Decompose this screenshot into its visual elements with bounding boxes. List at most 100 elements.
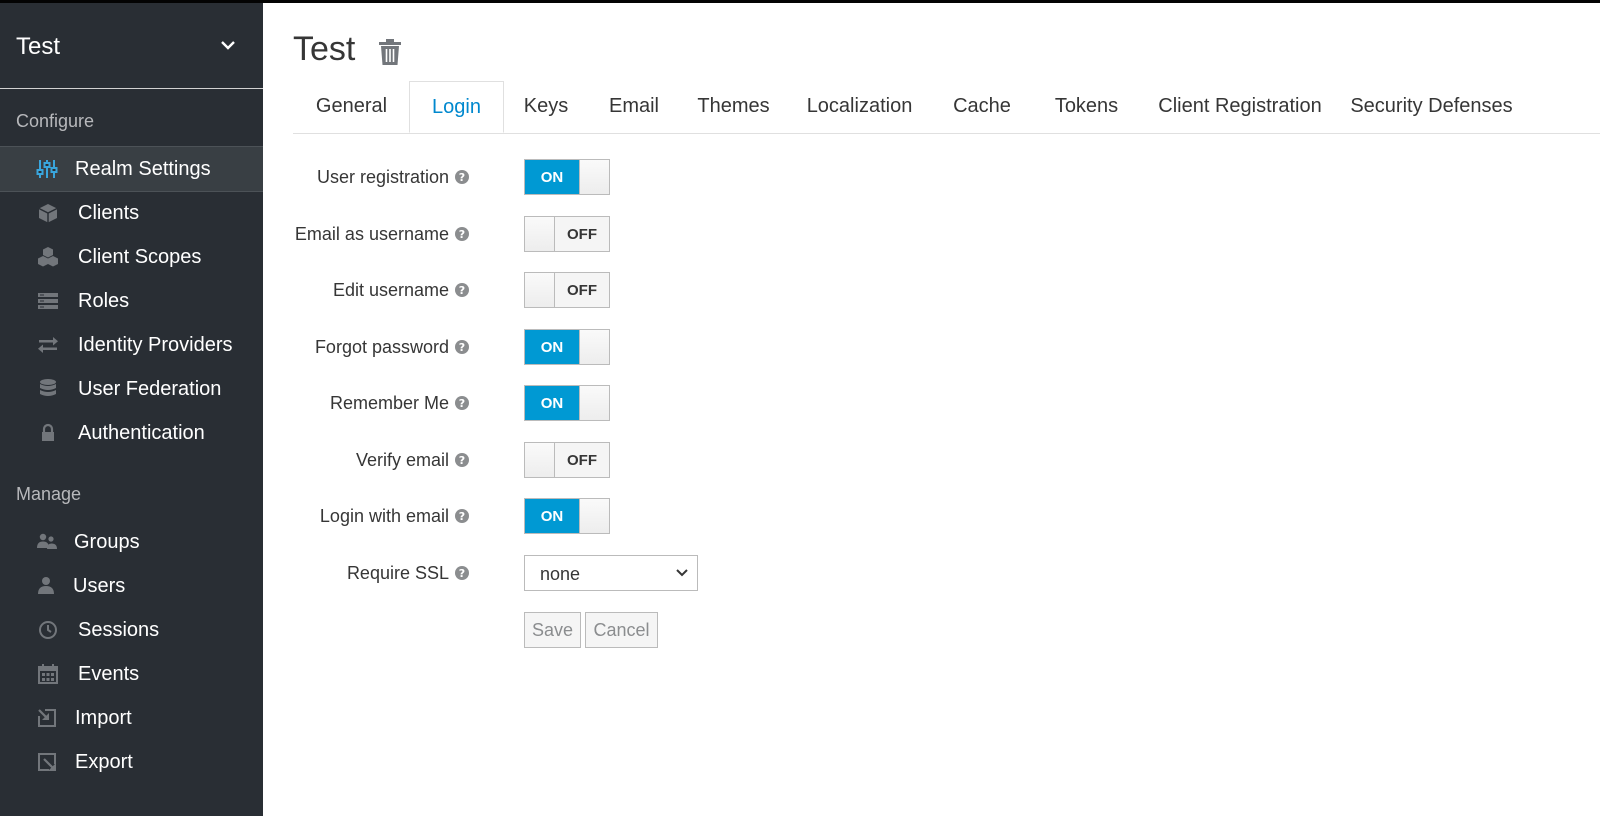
sidebar-item-label: Import — [75, 706, 132, 729]
login-with-email-row: Login with email ? ON — [263, 498, 1163, 538]
help-icon[interactable]: ? — [455, 227, 469, 241]
import-icon — [36, 707, 58, 729]
sidebar-item-identity-providers[interactable]: Identity Providers — [0, 323, 263, 367]
form-actions: Save Cancel — [263, 612, 1163, 652]
tab-login[interactable]: Login — [409, 81, 504, 133]
tab-tokens[interactable]: Tokens — [1032, 81, 1141, 132]
switch-on-label: ON — [525, 386, 579, 420]
configure-section-label: Configure — [16, 111, 95, 131]
sidebar-item-client-scopes[interactable]: Client Scopes — [0, 235, 263, 279]
tab-client-registration[interactable]: Client Registration — [1141, 81, 1339, 132]
switch-handle — [525, 443, 555, 477]
switch-handle — [579, 386, 609, 420]
switch-handle — [579, 160, 609, 194]
help-icon[interactable]: ? — [455, 396, 469, 410]
sidebar-item-label: Events — [78, 662, 140, 685]
sidebar-item-import[interactable]: Import — [0, 696, 263, 740]
switch-handle — [525, 273, 555, 307]
tab-keys[interactable]: Keys — [504, 81, 588, 132]
sidebar-item-label: Realm Settings — [75, 157, 211, 180]
switch-off-label: OFF — [555, 217, 609, 251]
tab-localization[interactable]: Localization — [787, 81, 932, 132]
sidebar-item-label: Sessions — [78, 618, 160, 641]
sidebar-item-label: Users — [73, 574, 126, 597]
login-with-email-switch[interactable]: ON — [524, 498, 610, 534]
cancel-button[interactable]: Cancel — [585, 612, 658, 648]
database-icon — [37, 378, 59, 400]
verify-email-switch[interactable]: OFF — [524, 442, 610, 478]
calendar-icon — [37, 663, 59, 685]
sidebar-item-label: Authentication — [78, 421, 205, 444]
user-registration-row: User registration ? ON — [263, 159, 1163, 199]
require-ssl-row: Require SSL ? none — [263, 555, 1163, 595]
realm-name: Test — [16, 33, 61, 60]
require-ssl-select[interactable]: none — [524, 555, 698, 591]
switch-handle — [579, 330, 609, 364]
edit-username-label: Edit username — [332, 280, 449, 300]
sidebar-item-label: Identity Providers — [78, 333, 233, 356]
help-icon[interactable]: ? — [455, 283, 469, 297]
sidebar-item-events[interactable]: Events — [0, 652, 263, 696]
chevron-down-icon — [676, 569, 688, 577]
sidebar-item-label: Groups — [74, 530, 140, 553]
help-icon[interactable]: ? — [455, 170, 469, 184]
help-icon[interactable]: ? — [455, 509, 469, 523]
sidebar-item-realm-settings[interactable]: Realm Settings — [0, 146, 263, 192]
switch-off-label: OFF — [555, 273, 609, 307]
tab-email[interactable]: Email — [588, 81, 680, 132]
trash-icon[interactable] — [378, 38, 402, 66]
sidebar: Test Configure Realm Settings Clients Cl… — [0, 3, 263, 816]
manage-section-label: Manage — [16, 484, 82, 504]
chevron-down-icon — [221, 41, 235, 50]
settings-tabs: General Login Keys Email Themes Localiza… — [293, 81, 1600, 134]
help-icon[interactable]: ? — [455, 453, 469, 467]
forgot-password-row: Forgot password ? ON — [263, 329, 1163, 369]
user-registration-label: User registration — [316, 167, 449, 187]
login-with-email-label: Login with email — [319, 506, 449, 526]
sidebar-item-users[interactable]: Users — [0, 564, 263, 608]
verify-email-label: Verify email — [355, 450, 449, 470]
user-registration-switch[interactable]: ON — [524, 159, 610, 195]
export-icon — [36, 751, 58, 773]
main-content: Test General Login Keys Email Themes Loc… — [263, 3, 1600, 816]
users-icon — [36, 531, 58, 553]
edit-username-switch[interactable]: OFF — [524, 272, 610, 308]
switch-on-label: ON — [525, 330, 579, 364]
edit-username-row: Edit username ? OFF — [263, 272, 1163, 312]
sidebar-item-label: User Federation — [78, 377, 222, 400]
sidebar-item-authentication[interactable]: Authentication — [0, 411, 263, 455]
lock-icon — [37, 422, 59, 444]
list-icon — [37, 290, 59, 312]
help-icon[interactable]: ? — [455, 340, 469, 354]
sidebar-item-export[interactable]: Export — [0, 740, 263, 784]
sidebar-item-label: Export — [75, 750, 133, 773]
sidebar-item-clients[interactable]: Clients — [0, 191, 263, 235]
tab-general[interactable]: General — [293, 81, 410, 132]
realm-selector[interactable]: Test — [0, 3, 263, 89]
verify-email-row: Verify email ? OFF — [263, 442, 1163, 482]
sidebar-item-label: Roles — [78, 289, 130, 312]
remember-me-row: Remember Me ? ON — [263, 385, 1163, 425]
page-title: Test — [293, 30, 356, 68]
user-icon — [35, 575, 57, 597]
remember-me-switch[interactable]: ON — [524, 385, 610, 421]
sliders-icon — [36, 158, 58, 180]
sidebar-item-groups[interactable]: Groups — [0, 520, 263, 564]
sidebar-item-roles[interactable]: Roles — [0, 279, 263, 323]
switch-on-label: ON — [525, 160, 579, 194]
require-ssl-label: Require SSL — [346, 563, 449, 583]
email-as-username-label: Email as username — [294, 224, 449, 244]
forgot-password-switch[interactable]: ON — [524, 329, 610, 365]
email-as-username-switch[interactable]: OFF — [524, 216, 610, 252]
tab-security-defenses[interactable]: Security Defenses — [1339, 81, 1524, 132]
help-icon[interactable]: ? — [455, 566, 469, 580]
tab-cache[interactable]: Cache — [932, 81, 1032, 132]
sidebar-item-sessions[interactable]: Sessions — [0, 608, 263, 652]
switch-handle — [525, 217, 555, 251]
save-button[interactable]: Save — [524, 612, 581, 648]
exchange-icon — [37, 334, 59, 356]
email-as-username-row: Email as username ? OFF — [263, 216, 1163, 256]
sidebar-item-label: Clients — [78, 201, 140, 224]
tab-themes[interactable]: Themes — [680, 81, 787, 132]
sidebar-item-user-federation[interactable]: User Federation — [0, 367, 263, 411]
